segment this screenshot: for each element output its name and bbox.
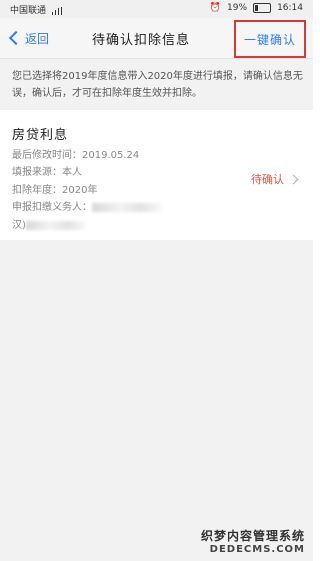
redacted-text bbox=[92, 202, 162, 212]
battery-icon bbox=[253, 3, 272, 13]
year-label: 扣除年度： bbox=[12, 185, 62, 196]
back-label: 返回 bbox=[25, 31, 50, 46]
withholder-tail: 汉) bbox=[12, 220, 26, 231]
alarm-icon: ⏰ bbox=[209, 3, 222, 13]
empty-area: 织梦内容管理系统 DEDECMS.COM bbox=[0, 240, 313, 561]
withholder-row-continued: 汉) bbox=[12, 216, 86, 231]
last-modified-label: 最后修改时间： bbox=[12, 150, 82, 161]
carrier-info: 中国联通 bbox=[10, 3, 63, 16]
last-modified-value: 2019.05.24 bbox=[82, 150, 140, 161]
status-bar: 中国联通 ⏰ 19% 16:14 bbox=[0, 0, 313, 18]
source-value: 本人 bbox=[62, 167, 82, 178]
signal-icon bbox=[51, 6, 63, 15]
year-value: 2020年 bbox=[62, 185, 98, 196]
confirm-all-label: 一键确认 bbox=[243, 32, 296, 47]
watermark-line2: DEDECMS.COM bbox=[209, 544, 305, 555]
watermark-line1: 织梦内容管理系统 bbox=[200, 529, 305, 543]
redacted-text bbox=[25, 220, 86, 230]
chevron-right-icon bbox=[288, 174, 299, 184]
nav-header: 返回 待确认扣除信息 一键确认 bbox=[0, 18, 313, 59]
source-label: 填报来源： bbox=[12, 167, 62, 178]
withholder-label: 申报扣缴义务人： bbox=[12, 202, 92, 213]
page-title: 待确认扣除信息 bbox=[92, 33, 191, 48]
item-title: 房贷利息 bbox=[12, 128, 69, 143]
withholder-row: 申报扣缴义务人： bbox=[12, 198, 162, 213]
confirm-all-button[interactable]: 一键确认 bbox=[234, 20, 306, 58]
status-label: 待确认 bbox=[251, 173, 284, 186]
back-button[interactable]: 返回 bbox=[8, 27, 50, 49]
notice-text: 您已选择将2019年度信息带入2020年度进行填报，请确认信息无误，确认后，才可… bbox=[12, 71, 303, 99]
status-pending[interactable]: 待确认 bbox=[251, 171, 299, 187]
chevron-left-icon bbox=[8, 30, 24, 46]
year-row: 扣除年度：2020年 bbox=[12, 181, 97, 196]
last-modified-row: 最后修改时间：2019.05.24 bbox=[12, 146, 139, 161]
status-right: ⏰ 19% 16:14 bbox=[210, 3, 303, 13]
carrier-name: 中国联通 bbox=[10, 6, 47, 16]
battery-percent: 19% bbox=[227, 3, 248, 13]
source-row: 填报来源：本人 bbox=[12, 163, 82, 178]
clock: 16:14 bbox=[277, 3, 303, 13]
notice-banner: 您已选择将2019年度信息带入2020年度进行填报，请确认信息无误，确认后，才可… bbox=[0, 59, 313, 110]
deduction-item-card[interactable]: 房贷利息 最后修改时间：2019.05.24 填报来源：本人 扣除年度：2020… bbox=[0, 110, 313, 240]
watermark: 织梦内容管理系统 DEDECMS.COM bbox=[201, 527, 305, 555]
